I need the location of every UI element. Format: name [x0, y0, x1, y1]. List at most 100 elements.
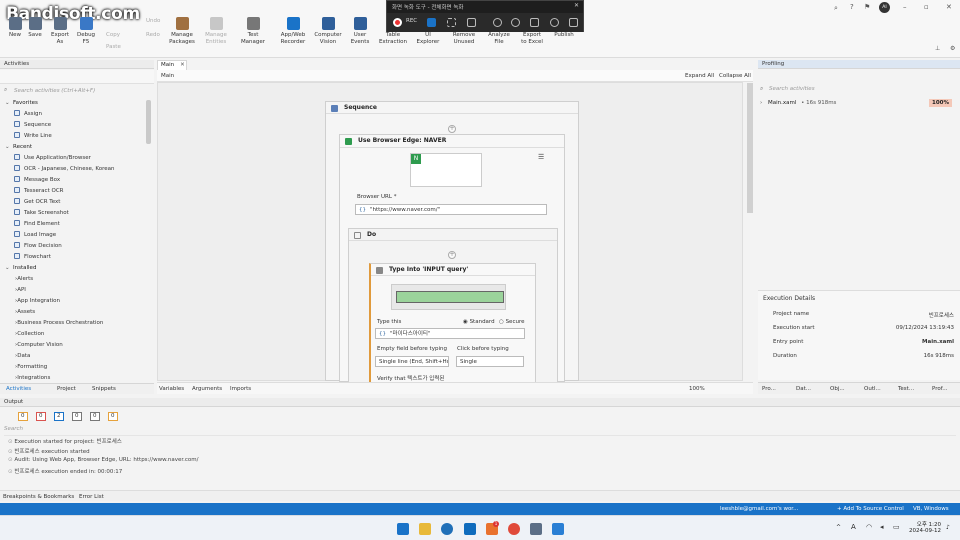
- activity-item-recent[interactable]: Load Image: [14, 230, 56, 241]
- expand-all-button[interactable]: Expand All: [685, 73, 714, 79]
- tab-project[interactable]: Project: [57, 386, 76, 392]
- avatar[interactable]: AI: [879, 2, 890, 13]
- output-filter-count[interactable]: 0: [72, 412, 82, 421]
- click-before-select[interactable]: Single: [456, 356, 524, 367]
- paste-button[interactable]: Paste: [106, 44, 121, 50]
- do-card[interactable]: Do + Type Into 'INPUT query' Type this ◉…: [348, 228, 558, 384]
- section-recent[interactable]: ⌄ Recent: [5, 142, 32, 153]
- fullscreen-icon[interactable]: [427, 18, 436, 27]
- output-filter-count[interactable]: 0: [36, 412, 46, 421]
- copy-button[interactable]: Copy: [106, 32, 120, 38]
- canvas-scrollbar[interactable]: [747, 83, 753, 213]
- section-installed[interactable]: ⌄ Installed: [5, 263, 36, 274]
- add-activity-do-button[interactable]: +: [448, 251, 456, 259]
- expand-chevron-icon[interactable]: ›: [760, 100, 762, 106]
- type-text-input[interactable]: {} "마이다스아이티": [375, 328, 525, 339]
- activity-item-recent[interactable]: OCR - Japanese, Chinese, Korean: [14, 164, 115, 175]
- browser-url-input[interactable]: {} "https://www.naver.com/": [355, 204, 547, 215]
- secure-radio[interactable]: ○ Secure: [499, 319, 524, 325]
- zoom-level[interactable]: 100%: [689, 386, 705, 392]
- redo-button[interactable]: Redo: [146, 32, 160, 38]
- volume-icon[interactable]: ◂: [880, 523, 884, 531]
- test-manager-button[interactable]: Test Manager: [238, 17, 268, 46]
- folder-icon[interactable]: [569, 18, 578, 27]
- wifi-icon[interactable]: ◠: [866, 523, 872, 531]
- outlook-icon[interactable]: [464, 523, 476, 535]
- activity-item-recent[interactable]: Take Screenshot: [14, 208, 69, 219]
- clock[interactable]: 오후 1:20 2024-09-12: [907, 520, 941, 534]
- section-favorites[interactable]: ⌄ Favorites: [5, 98, 38, 109]
- activity-item-installed[interactable]: ›Business Process Orchestration: [15, 318, 103, 329]
- edge-icon[interactable]: [441, 523, 453, 535]
- profiling-search-input[interactable]: Search activities: [760, 86, 956, 92]
- close-icon[interactable]: ✕: [946, 3, 952, 11]
- close-tab-icon[interactable]: ✕: [180, 62, 185, 68]
- activity-item-installed[interactable]: ›Collection: [15, 329, 44, 340]
- standard-radio[interactable]: ◉ Standard: [463, 319, 495, 325]
- type-into-thumbnail[interactable]: [391, 284, 506, 310]
- tray-chevron-icon[interactable]: ^: [836, 524, 841, 531]
- browser-screenshot-thumbnail[interactable]: N: [410, 153, 482, 187]
- activity-item-recent[interactable]: Get OCR Text: [14, 197, 60, 208]
- notepad-icon[interactable]: [530, 523, 542, 535]
- right-panel-tab[interactable]: Outl...: [864, 386, 881, 392]
- menu-icon[interactable]: ☰: [538, 153, 544, 161]
- tab-error-list[interactable]: Error List: [79, 494, 104, 500]
- right-panel-tab[interactable]: Pro...: [762, 386, 776, 392]
- profiling-row[interactable]: › Main.xaml • 16s 918ms 100%: [760, 98, 956, 108]
- recorder-close-icon[interactable]: ✕: [574, 2, 579, 9]
- language-status[interactable]: VB, Windows: [913, 503, 949, 515]
- add-to-source-control[interactable]: + Add To Source Control: [837, 503, 904, 515]
- activity-item-installed[interactable]: ›Data: [15, 351, 30, 362]
- cursor-icon[interactable]: [530, 18, 539, 27]
- activity-item-installed[interactable]: ›Formatting: [15, 362, 47, 373]
- tab-activities[interactable]: Activities: [6, 386, 31, 392]
- add-activity-button[interactable]: +: [448, 125, 456, 133]
- settings-icon[interactable]: [550, 18, 559, 27]
- breadcrumb[interactable]: Main: [161, 73, 174, 79]
- uipath-studio-icon[interactable]: [552, 523, 564, 535]
- right-panel-tab[interactable]: Dat...: [796, 386, 811, 392]
- activity-item-recent[interactable]: Find Element: [14, 219, 60, 230]
- activity-item-installed[interactable]: ›Assets: [15, 307, 35, 318]
- tab-breakpoints[interactable]: Breakpoints & Bookmarks: [3, 494, 74, 500]
- activity-item-recent[interactable]: Flowchart: [14, 252, 51, 263]
- tab-main[interactable]: Main ✕: [157, 60, 187, 70]
- activity-item-favorites[interactable]: Write Line: [14, 131, 52, 142]
- file-explorer-icon[interactable]: [419, 523, 431, 535]
- user-events-button[interactable]: User Events: [345, 17, 375, 46]
- tab-variables[interactable]: Variables: [159, 386, 184, 392]
- maximize-icon[interactable]: ▫: [924, 3, 929, 11]
- output-filter-count[interactable]: 2: [54, 412, 64, 421]
- notification-bell-icon[interactable]: ♪: [946, 524, 950, 531]
- tab-arguments[interactable]: Arguments: [192, 386, 222, 392]
- type-into-card[interactable]: Type Into 'INPUT query' Type this ◉ Stan…: [369, 263, 536, 384]
- record-icon[interactable]: [393, 18, 402, 27]
- activity-item-recent[interactable]: Tesseract OCR: [14, 186, 63, 197]
- chrome-icon[interactable]: [508, 523, 520, 535]
- pin-ribbon-icon[interactable]: ⊥: [935, 45, 940, 52]
- empty-field-select[interactable]: Single line (End, Shift+Ho: [375, 356, 449, 367]
- output-filter-count[interactable]: 0: [108, 412, 118, 421]
- tab-snippets[interactable]: Snippets: [92, 386, 116, 392]
- activity-item-installed[interactable]: ›App Integration: [15, 296, 60, 307]
- activity-item-recent[interactable]: Use Application/Browser: [14, 153, 91, 164]
- computer-vision-button[interactable]: Computer Vision: [312, 17, 344, 46]
- activities-search-input[interactable]: Search activities (Ctrl+Alt+F): [4, 86, 152, 96]
- activity-item-favorites[interactable]: Sequence: [14, 120, 51, 131]
- manage-packages-button[interactable]: Manage Packages: [167, 17, 197, 46]
- right-panel-tab[interactable]: Test...: [898, 386, 914, 392]
- sequence-card[interactable]: Sequence + Use Browser Edge: NAVER N ☰ B…: [325, 101, 579, 384]
- undo-button[interactable]: Undo: [146, 18, 160, 24]
- use-browser-card[interactable]: Use Browser Edge: NAVER N ☰ Browser URL …: [339, 134, 565, 384]
- debug-button[interactable]: Debug F5: [71, 17, 101, 46]
- app-web-recorder-button[interactable]: App/Web Recorder: [277, 17, 309, 46]
- output-filter-count[interactable]: 0: [90, 412, 100, 421]
- output-filter-count[interactable]: 0: [18, 412, 28, 421]
- minimize-icon[interactable]: –: [903, 3, 907, 11]
- activity-item-installed[interactable]: ›Computer Vision: [15, 340, 63, 351]
- region-icon[interactable]: [447, 18, 456, 27]
- help-icon[interactable]: ?: [850, 3, 854, 11]
- activity-item-recent[interactable]: Flow Decision: [14, 241, 62, 252]
- right-panel-tab[interactable]: Obj...: [830, 386, 845, 392]
